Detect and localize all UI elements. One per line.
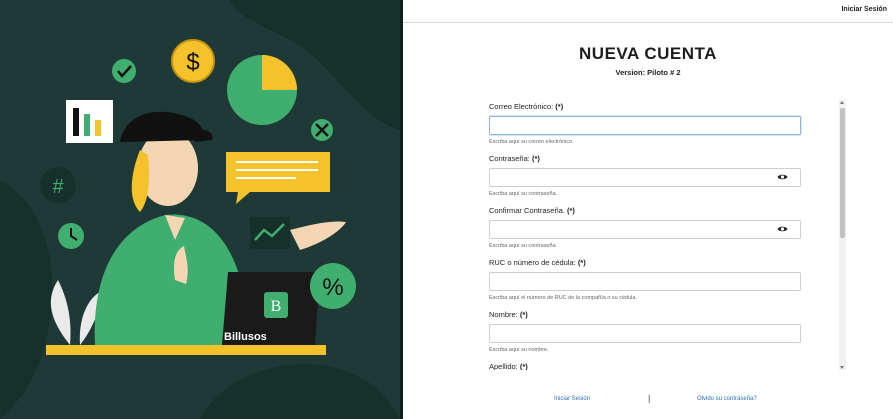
confirm-password-input-box[interactable] [489,220,801,240]
confirm-password-label: Confirmar Contraseña. (*) [489,206,575,215]
first-name-label: Nombre: (*) [489,310,528,319]
forgot-password-link[interactable]: Olvido su contraseña? [697,396,757,402]
password-field-group: Contraseña: (*) Escriba aquí su contrase… [489,154,801,197]
email-label: Correo Electrónico: (*) [489,102,564,111]
ruc-input[interactable] [490,277,778,292]
logo-letter: B [271,298,282,315]
scroll-down-arrow-icon[interactable] [840,366,844,369]
footer-separator: | [648,393,651,403]
last-name-label: Apellido: (*) [489,362,528,370]
confirm-password-field-group: Confirmar Contraseña. (*) Escriba aquí s… [489,206,801,249]
login-link-top[interactable]: Iniciar Sesión [841,6,887,13]
first-name-field-group: Nombre: (*) Escriba aquí su nombre. [489,310,801,353]
email-field-group: Correo Electrónico: (*) Escriba aquí su … [489,102,801,145]
form-scrollbar[interactable] [839,100,846,370]
password-label: Contraseña: (*) [489,154,540,163]
scroll-up-arrow-icon[interactable] [840,101,844,104]
ruc-label: RUC o número de cédula: (*) [489,258,586,267]
first-name-input[interactable] [490,329,778,344]
password-input-box[interactable] [489,168,801,188]
illustration-panel: B $ # % Billusos [0,0,400,419]
brand-name: Billusos [224,331,267,343]
form-scroll-area: Correo Electrónico: (*) Escriba aquí su … [489,98,849,370]
email-input[interactable] [490,121,778,136]
top-bar: Iniciar Sesión [403,0,893,23]
dollar-symbol: $ [186,49,199,76]
first-name-help: Escriba aquí su nombre. [489,347,549,353]
eye-icon[interactable] [777,173,788,181]
first-name-input-box[interactable] [489,324,801,344]
form-panel: Iniciar Sesión NUEVA CUENTA Version: Pil… [403,0,893,419]
login-link-bottom[interactable]: Iniciar Sesión [554,396,590,402]
percent-symbol: % [322,274,343,301]
page-title: NUEVA CUENTA [579,44,717,63]
confirm-password-help: Escriba aquí su contraseña. [489,243,558,249]
ruc-input-box[interactable] [489,272,801,292]
version-label: Version: Piloto # 2 [615,68,681,77]
scroll-thumb[interactable] [840,108,845,238]
eye-icon[interactable] [777,225,788,233]
hash-symbol: # [52,176,64,198]
password-input[interactable] [490,173,778,188]
confirm-password-input[interactable] [490,225,778,240]
password-help: Escriba aquí su contraseña. [489,191,558,197]
email-input-box[interactable] [489,116,801,136]
email-help: Escriba aquí su correo electrónico. [489,139,574,145]
ruc-field-group: RUC o número de cédula: (*) Escriba aquí… [489,258,801,301]
last-name-field-group: Apellido: (*) [489,362,801,370]
finance-illustration: B $ # % [0,0,400,419]
ruc-help: Escriba aquí el número de RUC de la comp… [489,295,637,301]
